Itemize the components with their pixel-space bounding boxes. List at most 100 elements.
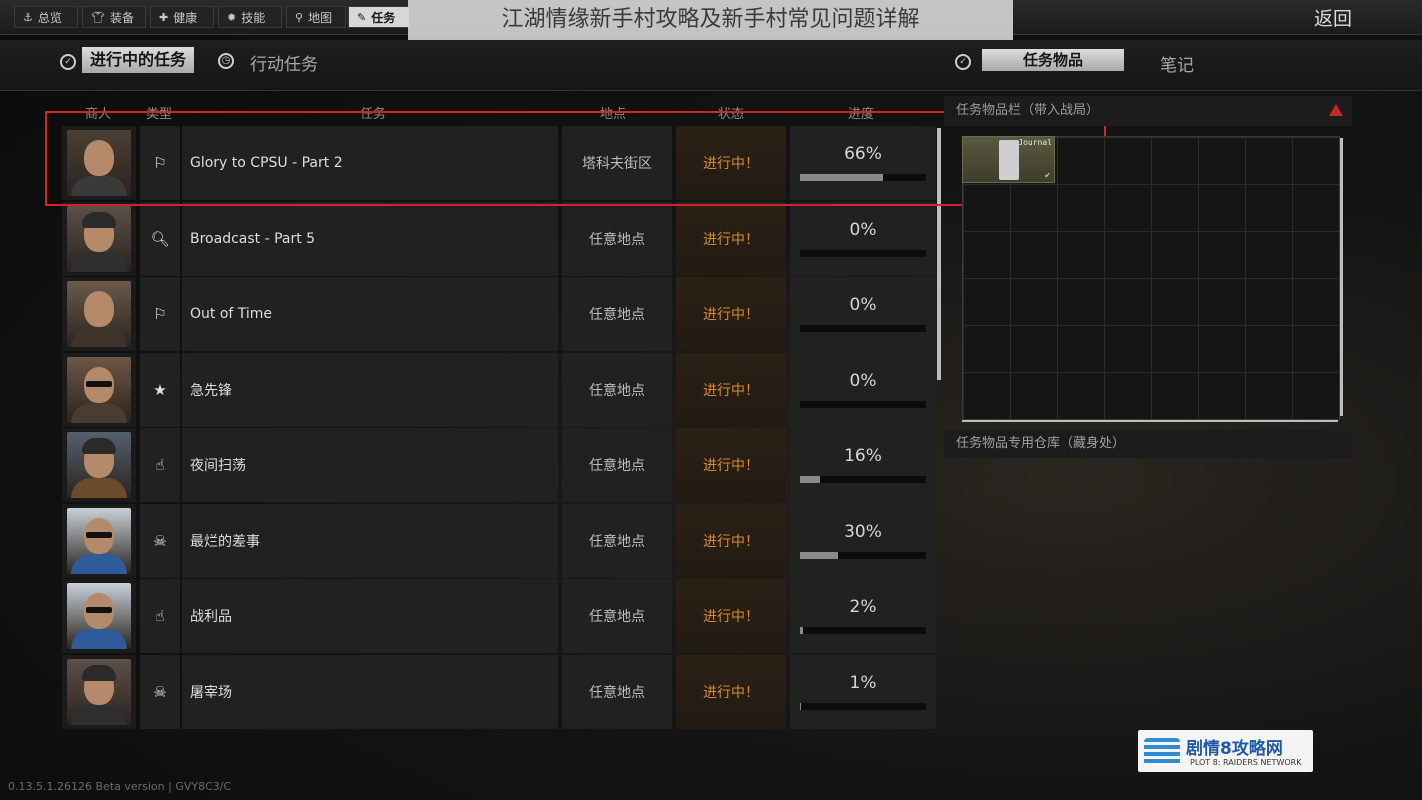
trader-cell bbox=[62, 579, 136, 653]
shirt-icon: 👕︎ bbox=[91, 10, 105, 24]
tab-gear[interactable]: 👕︎ 装备 bbox=[82, 6, 146, 28]
checkmark-icon: ✔ bbox=[1044, 171, 1051, 180]
quest-status: 进行中！ bbox=[676, 654, 786, 729]
progress-bar bbox=[800, 551, 926, 559]
quest-progress: 30% bbox=[790, 503, 936, 578]
progress-bar bbox=[800, 476, 926, 483]
back-button[interactable]: 返回 bbox=[1314, 4, 1352, 31]
progress-percent: 0% bbox=[849, 370, 877, 391]
quest-location: 任意地点 bbox=[562, 579, 672, 653]
progress-bar bbox=[800, 702, 926, 710]
quest-progress: 2% bbox=[790, 579, 936, 653]
trader-cell bbox=[62, 654, 136, 729]
journal-icon bbox=[999, 140, 1019, 180]
logo-wave-icon bbox=[1144, 738, 1180, 766]
page-title-banner: 江湖情缘新手村攻略及新手村常见问题详解 bbox=[408, 0, 1013, 40]
progress-bar bbox=[800, 627, 926, 634]
map-pin-icon: ⚲ bbox=[295, 10, 304, 24]
tab-map[interactable]: ⚲ 地图 bbox=[286, 6, 346, 28]
quest-name[interactable]: 夜间扫荡 bbox=[182, 428, 558, 502]
trader-cell bbox=[62, 503, 136, 578]
item-label: Journal bbox=[1018, 138, 1052, 147]
skull-icon: ☠ bbox=[140, 654, 180, 729]
quest-row[interactable]: ☝ 战利品 任意地点 进行中！ 2% bbox=[62, 579, 936, 653]
quest-name[interactable]: Out of Time bbox=[182, 277, 558, 351]
tab-tasks[interactable]: ✎ 任务 bbox=[348, 6, 410, 28]
quest-progress: 0% bbox=[790, 201, 936, 276]
tab-skills[interactable]: ✹ 技能 bbox=[218, 6, 282, 28]
progress-fill bbox=[800, 551, 838, 559]
quest-row[interactable]: ☠ 最烂的差事 任意地点 进行中！ 30% bbox=[62, 503, 936, 578]
clock-icon: ◷ bbox=[218, 53, 234, 69]
quest-progress: 0% bbox=[790, 352, 936, 427]
quest-row[interactable]: ★ 急先锋 任意地点 进行中！ 0% bbox=[62, 352, 936, 427]
progress-percent: 1% bbox=[849, 672, 877, 693]
quest-name[interactable]: 最烂的差事 bbox=[182, 503, 558, 578]
check-icon: ✓ bbox=[60, 54, 76, 70]
quest-location: 任意地点 bbox=[562, 277, 672, 351]
progress-bar bbox=[800, 249, 926, 257]
tab-active-quests[interactable]: 进行中的任务 bbox=[82, 47, 195, 73]
trader-cell bbox=[62, 428, 136, 502]
quest-status: 进行中！ bbox=[676, 503, 786, 578]
quest-status: 进行中！ bbox=[676, 352, 786, 427]
tab-health[interactable]: ✚ 健康 bbox=[150, 6, 214, 28]
quest-name[interactable]: Broadcast - Part 5 bbox=[182, 201, 558, 276]
quest-row[interactable]: ⚐ Out of Time 任意地点 进行中！ 0% bbox=[62, 277, 936, 351]
quest-location: 任意地点 bbox=[562, 428, 672, 502]
exit-icon: ⚐ bbox=[140, 277, 180, 351]
hand-icon: ☝ bbox=[140, 428, 180, 502]
tab-quest-items[interactable]: 任务物品 bbox=[982, 49, 1124, 71]
quest-progress: 1% bbox=[790, 654, 936, 729]
progress-percent: 0% bbox=[849, 219, 877, 240]
progress-fill bbox=[800, 627, 803, 634]
progress-percent: 30% bbox=[844, 521, 882, 542]
quest-row[interactable]: ☠ 屠宰场 任意地点 进行中！ 1% bbox=[62, 654, 936, 729]
quest-location: 任意地点 bbox=[562, 654, 672, 729]
trader-avatar bbox=[67, 583, 131, 649]
logo-subtitle: PLOT 8: RAIDERS NETWORK bbox=[1190, 758, 1302, 767]
skull-icon: ☠ bbox=[140, 503, 180, 578]
quest-progress: 16% bbox=[790, 428, 936, 502]
skill-icon: ✹ bbox=[227, 10, 237, 24]
grid-divider bbox=[962, 420, 1338, 422]
quest-location: 任意地点 bbox=[562, 352, 672, 427]
quest-location: 任意地点 bbox=[562, 503, 672, 578]
tab-notes[interactable]: 笔记 bbox=[1160, 51, 1194, 76]
progress-fill bbox=[800, 476, 821, 483]
trader-avatar bbox=[67, 281, 131, 347]
quest-row[interactable]: 🔍︎ Broadcast - Part 5 任意地点 进行中！ 0% bbox=[62, 201, 936, 276]
trader-avatar bbox=[67, 507, 131, 574]
trader-avatar bbox=[67, 432, 131, 498]
anchor-icon: ⚓ bbox=[23, 10, 33, 24]
grid-scrollbar[interactable] bbox=[1340, 138, 1343, 416]
quest-progress: 0% bbox=[790, 277, 936, 351]
trader-cell bbox=[62, 277, 136, 351]
quest-row[interactable]: ☝ 夜间扫荡 任意地点 进行中！ 16% bbox=[62, 428, 936, 502]
quest-subheader bbox=[0, 40, 1422, 91]
journal-item[interactable]: Journal ✔ bbox=[962, 136, 1055, 183]
health-icon: ✚ bbox=[159, 10, 169, 24]
quest-name[interactable]: 急先锋 bbox=[182, 352, 558, 427]
check-icon: ✓ bbox=[955, 54, 971, 70]
tab-action-quests[interactable]: 行动任务 bbox=[250, 50, 318, 75]
progress-fill bbox=[800, 702, 802, 710]
tab-overview[interactable]: ⚓ 总览 bbox=[14, 6, 78, 28]
quest-location: 任意地点 bbox=[562, 201, 672, 276]
quest-name[interactable]: 屠宰场 bbox=[182, 654, 558, 729]
trader-avatar bbox=[67, 205, 131, 272]
quest-status: 进行中！ bbox=[676, 277, 786, 351]
search-icon: 🔍︎ bbox=[140, 201, 180, 276]
trader-avatar bbox=[67, 658, 131, 725]
progress-bar bbox=[800, 325, 926, 332]
quest-name[interactable]: 战利品 bbox=[182, 579, 558, 653]
quest-items-title: 任务物品栏（带入战局） bbox=[944, 96, 1352, 126]
watermark-logo: 剧情8攻略网 PLOT 8: RAIDERS NETWORK bbox=[1138, 730, 1313, 772]
logo-title: 剧情8攻略网 bbox=[1186, 739, 1283, 759]
quest-status: 进行中！ bbox=[676, 201, 786, 276]
warning-icon bbox=[1329, 104, 1343, 116]
progress-bar bbox=[800, 400, 926, 408]
trader-cell bbox=[62, 201, 136, 276]
progress-percent: 2% bbox=[849, 597, 877, 617]
quest-stash-title: 任务物品专用仓库（藏身处） bbox=[944, 430, 1352, 458]
